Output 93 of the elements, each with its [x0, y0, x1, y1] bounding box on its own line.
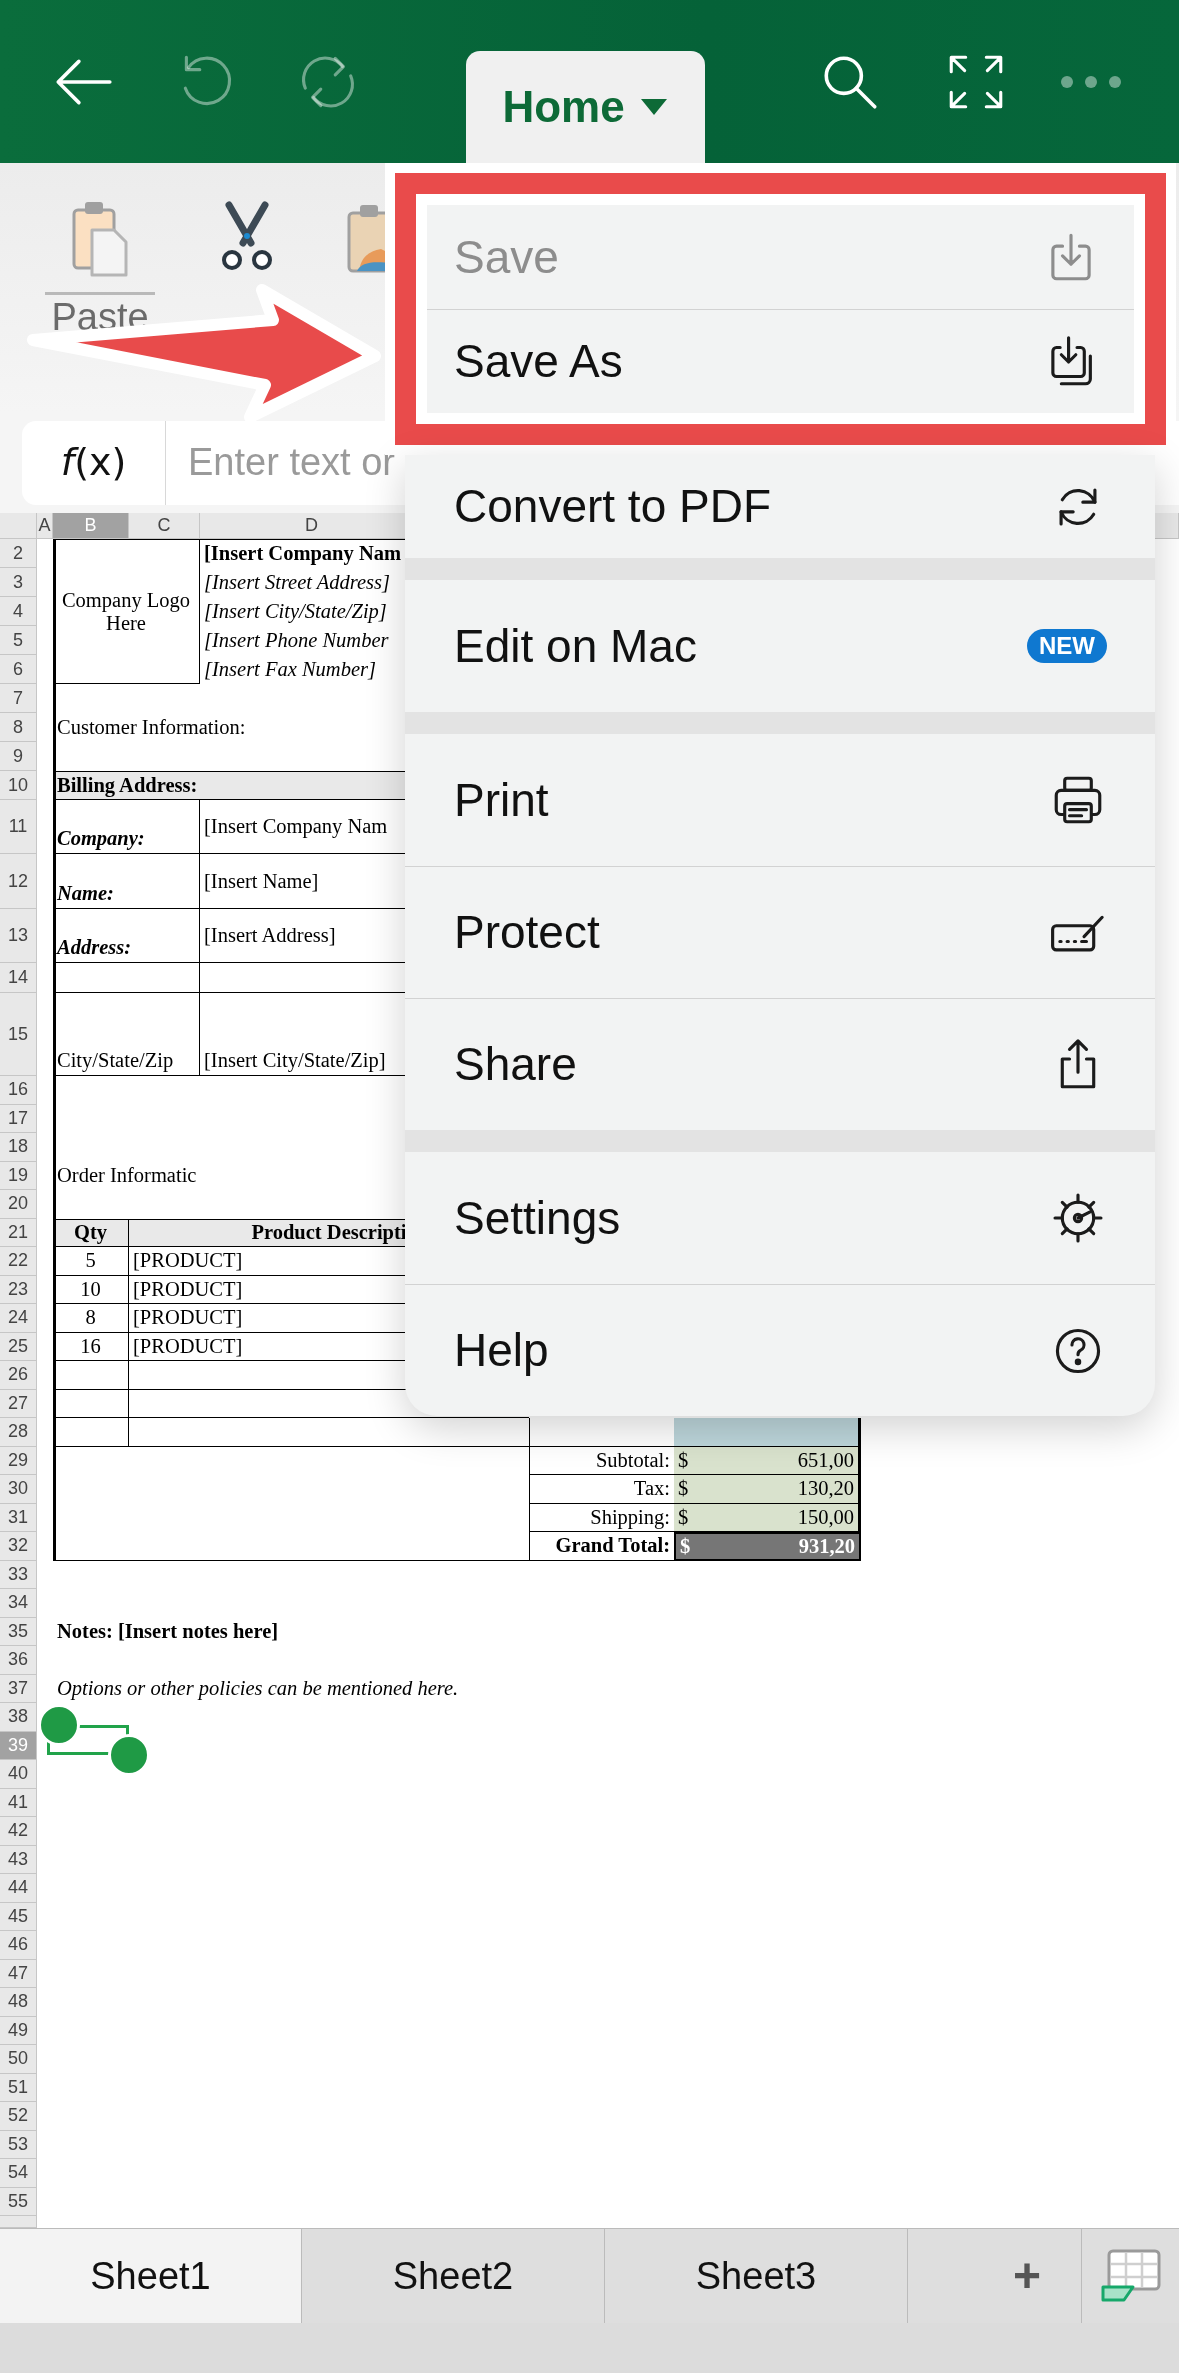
row-header[interactable]: 24: [0, 1304, 37, 1333]
row-header[interactable]: 19: [0, 1161, 37, 1190]
menu-item[interactable]: Edit on Mac NEW: [405, 580, 1155, 712]
column-heading: Qty: [53, 1218, 129, 1247]
field-label: City/State/Zip: [53, 993, 200, 1076]
row-header[interactable]: 12: [0, 854, 37, 909]
row-header[interactable]: 6: [0, 655, 37, 684]
row-header[interactable]: 5: [0, 626, 37, 655]
currency-symbol: $: [678, 1477, 689, 1500]
row-header[interactable]: 55: [0, 2187, 37, 2216]
function-button[interactable]: f(x): [22, 420, 165, 505]
company-detail: [Insert Street Address]: [203, 570, 391, 596]
more-icon: [1061, 75, 1121, 88]
row-header[interactable]: 9: [0, 742, 37, 771]
row-header[interactable]: 54: [0, 2159, 37, 2188]
amount-text: 651,00: [797, 1448, 854, 1472]
row-header[interactable]: 15: [0, 993, 37, 1076]
row-header[interactable]: 44: [0, 1874, 37, 1903]
row-header[interactable]: 43: [0, 1845, 37, 1874]
row-header[interactable]: 32: [0, 1532, 37, 1561]
row-header[interactable]: 25: [0, 1332, 37, 1361]
row-header[interactable]: 52: [0, 2102, 37, 2131]
menu-item[interactable]: Save As: [427, 309, 1134, 413]
table-cell: 10: [53, 1275, 129, 1304]
row-header[interactable]: 10: [0, 771, 37, 800]
currency-symbol: $: [678, 1448, 689, 1472]
column-header[interactable]: C: [129, 513, 200, 539]
home-tab[interactable]: Home: [466, 51, 705, 163]
header-corner: [0, 513, 37, 539]
caret-icon: [638, 97, 669, 117]
row-header[interactable]: 14: [0, 963, 37, 993]
row-header[interactable]: 16: [0, 1076, 37, 1105]
logo-placeholder-text: Company Logo Here: [61, 588, 191, 635]
amount-text: 931,20: [798, 1534, 855, 1558]
company-detail: [Insert Phone Number: [203, 628, 390, 654]
row-header[interactable]: 51: [0, 2073, 37, 2102]
row-header[interactable]: 7: [0, 684, 37, 713]
row-header[interactable]: 45: [0, 1902, 37, 1931]
field-label: Company:: [53, 800, 200, 854]
row-header[interactable]: 18: [0, 1133, 37, 1162]
row-header[interactable]: 47: [0, 1959, 37, 1988]
new-badge: NEW: [1027, 628, 1107, 664]
amount-text: 130,20: [797, 1477, 854, 1500]
table-cell: 5: [53, 1247, 129, 1276]
section-label: Order Informatic: [56, 1163, 198, 1189]
row-header[interactable]: 22: [0, 1247, 37, 1276]
section-label: Customer Information:: [56, 715, 247, 741]
row-header[interactable]: 49: [0, 2016, 37, 2045]
row-header[interactable]: 2: [0, 539, 37, 568]
currency-symbol: $: [678, 1505, 689, 1529]
column-header[interactable]: A: [37, 513, 53, 539]
row-header[interactable]: 35: [0, 1617, 37, 1646]
menu-item[interactable]: Help: [405, 1284, 1155, 1416]
row-header[interactable]: 48: [0, 1988, 37, 2017]
row-header[interactable]: 31: [0, 1503, 37, 1532]
row-header[interactable]: 20: [0, 1190, 37, 1219]
row-header[interactable]: 23: [0, 1275, 37, 1304]
sheet-tab[interactable]: Sheet1: [0, 2229, 302, 2323]
row-header[interactable]: 4: [0, 597, 37, 626]
company-detail: [Insert City/State/Zip]: [203, 599, 388, 625]
row-header[interactable]: 17: [0, 1104, 37, 1133]
row-header[interactable]: 29: [0, 1446, 37, 1475]
row-header[interactable]: 42: [0, 1817, 37, 1846]
field-label: Name:: [53, 854, 200, 909]
menu-item[interactable]: Protect: [405, 866, 1155, 998]
currency-symbol: $: [680, 1534, 691, 1558]
row-header[interactable]: 41: [0, 1788, 37, 1817]
row-header[interactable]: 8: [0, 713, 37, 742]
row-header[interactable]: 26: [0, 1361, 37, 1390]
row-header[interactable]: 50: [0, 2045, 37, 2074]
amount-text: 150,00: [797, 1505, 854, 1529]
table-cell: 8: [53, 1304, 129, 1333]
field-label: Address:: [53, 909, 200, 963]
row-header[interactable]: 37: [0, 1674, 37, 1703]
row-header[interactable]: 3: [0, 568, 37, 597]
row-header[interactable]: 28: [0, 1418, 37, 1447]
row-header[interactable]: 30: [0, 1475, 37, 1504]
company-detail: [Insert Company Nam: [203, 541, 403, 567]
row-header[interactable]: 46: [0, 1931, 37, 1960]
row-header[interactable]: 21: [0, 1218, 37, 1247]
row-header[interactable]: 36: [0, 1646, 37, 1675]
row-header[interactable]: 27: [0, 1389, 37, 1418]
policy-text: Options or other policies can be mentioned here.: [56, 1676, 460, 1702]
row-header[interactable]: 33: [0, 1560, 37, 1589]
row-header[interactable]: 38: [0, 1703, 37, 1732]
company-detail: [Insert Fax Number]: [203, 657, 377, 683]
row-header[interactable]: 34: [0, 1589, 37, 1618]
table-cell: 16: [53, 1332, 129, 1361]
row-header[interactable]: 13: [0, 909, 37, 963]
notes-text: Notes: [Insert notes here]: [56, 1619, 280, 1645]
row-header[interactable]: 53: [0, 2130, 37, 2159]
row-header[interactable]: 11: [0, 800, 37, 854]
row-header[interactable]: 40: [0, 1760, 37, 1789]
